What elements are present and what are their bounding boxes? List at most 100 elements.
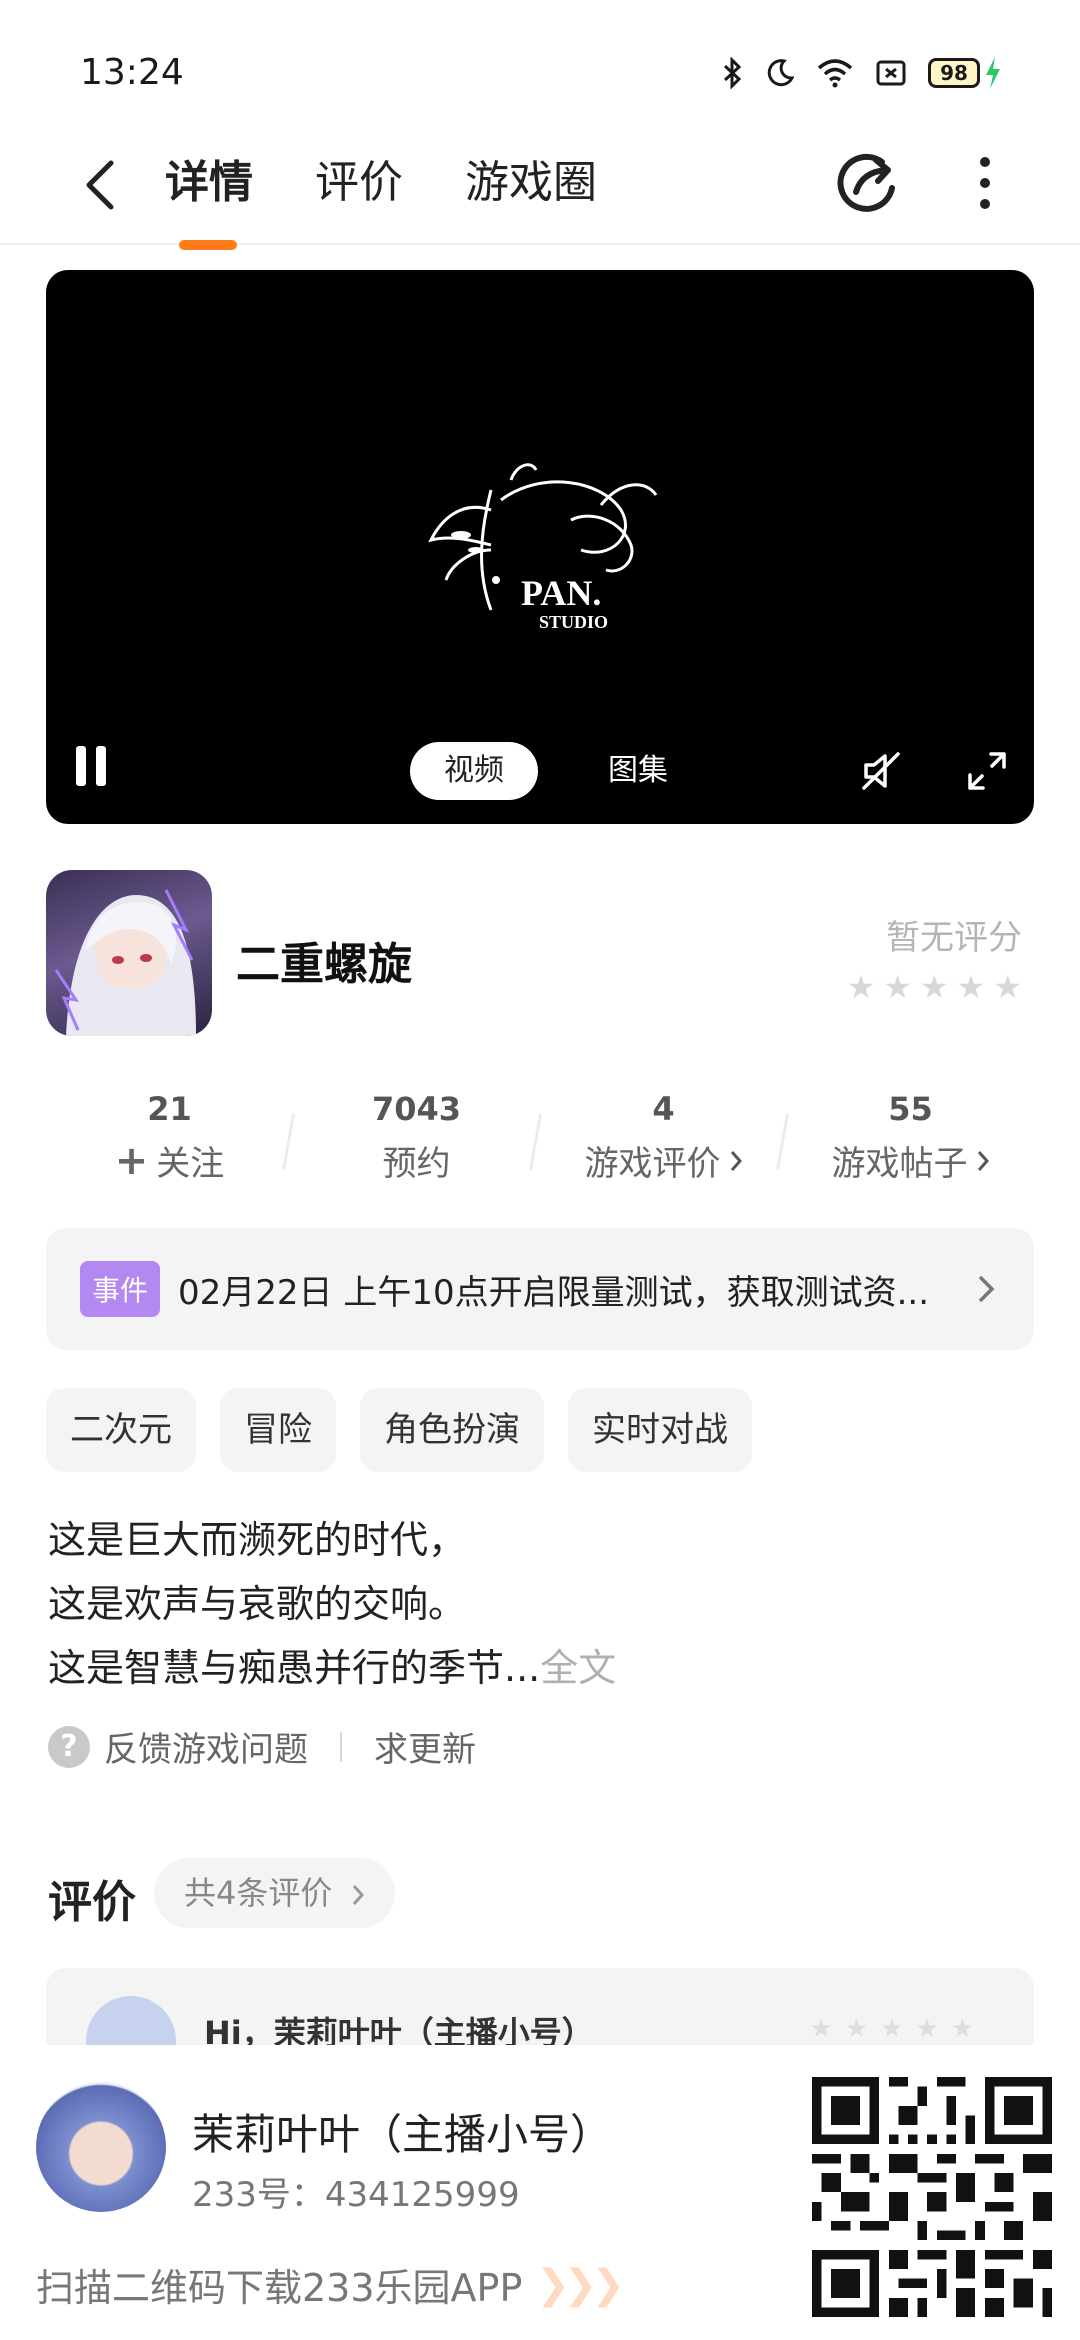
game-description: 这是巨大而濒死的时代， 这是欢声与哀歌的交响。 这是智慧与痴愚并行的季节...全…	[48, 1508, 1028, 1700]
description-line-last: 这是智慧与痴愚并行的季节...全文	[48, 1636, 1028, 1700]
more-dot	[980, 199, 990, 209]
star-icon: ★	[950, 2014, 974, 2044]
more-button[interactable]	[965, 148, 1005, 218]
tag-chip[interactable]: 实时对战	[568, 1388, 752, 1472]
game-reviews-count: 4	[652, 1090, 675, 1128]
reviews-section-title: 评价	[48, 1877, 136, 1928]
sharer-name: 茉莉叶叶（主播小号）	[192, 2110, 613, 2159]
review-card[interactable]: Hi，茉莉叶叶（主播小号） ★ ★ ★ ★ ★	[46, 1968, 1034, 2048]
divider	[340, 1731, 342, 1762]
game-reviews-stat[interactable]: 4 游戏评价	[540, 1090, 787, 1190]
event-banner[interactable]: 事件 02月22日 上午10点开启限量测试，获取测试资...	[46, 1228, 1034, 1350]
game-posts-stat[interactable]: 55 游戏帖子	[787, 1090, 1034, 1190]
reviews-count-label: 共4条评价	[184, 1874, 333, 1912]
star-icon: ★	[846, 968, 876, 1006]
feedback-row: ? 反馈游戏问题 求更新	[48, 1722, 476, 1771]
status-time: 13:24	[80, 52, 184, 93]
description-line: 这是欢声与哀歌的交响。	[48, 1582, 467, 1626]
reservation-stat: 7043 预约	[293, 1090, 540, 1190]
charging-icon	[986, 57, 1000, 89]
plus-icon: +	[114, 1137, 149, 1184]
status-icons: 98	[722, 56, 1002, 90]
pause-button[interactable]	[76, 746, 112, 792]
description-line: 这是智慧与痴愚并行的季节...	[48, 1646, 541, 1690]
tag-chip[interactable]: 二次元	[46, 1388, 196, 1472]
video-player[interactable]: PAN. STUDIO 视频 图集	[46, 270, 1034, 824]
review-username: Hi，茉莉叶叶（主播小号）	[204, 2014, 594, 2048]
avatar	[86, 1996, 176, 2048]
chevron-right-icon	[977, 1150, 989, 1171]
media-tabs: 视频 图集	[410, 742, 702, 800]
back-button[interactable]	[70, 150, 130, 220]
question-icon: ?	[48, 1725, 90, 1768]
tab-details[interactable]: 详情	[165, 148, 253, 250]
more-dot	[980, 157, 990, 167]
read-more-link[interactable]: 全文	[540, 1646, 616, 1690]
event-badge: 事件	[80, 1261, 161, 1317]
speaker-muted-icon	[862, 752, 900, 790]
pause-bar	[76, 746, 86, 786]
share-footer: 茉莉叶叶（主播小号） 233号：434125999 扫描二维码下载233乐园AP…	[0, 2045, 1080, 2340]
fullscreen-button[interactable]	[964, 748, 1010, 794]
follow-stat[interactable]: 21 + 关注	[46, 1090, 293, 1190]
request-update-link[interactable]: 求更新	[374, 1722, 476, 1771]
game-rating: 暂无评分 ★ ★ ★ ★ ★	[847, 910, 1022, 1003]
share-button[interactable]	[832, 148, 902, 218]
arrows-icon: ❯❯❯	[536, 2261, 625, 2308]
reviews-count-button[interactable]: 共4条评价	[154, 1858, 395, 1928]
stats-row: 21 + 关注 7043 预约 4 游戏评价 55 游戏帖子	[46, 1090, 1034, 1190]
sharer-id: 233号：434125999	[192, 2175, 520, 2215]
svg-text:PAN.: PAN.	[521, 573, 601, 613]
status-bar: 13:24 98	[0, 0, 1080, 130]
report-issue-link[interactable]: 反馈游戏问题	[104, 1722, 308, 1771]
tab-gallery[interactable]: 图集	[574, 742, 702, 800]
battery-icon: 98	[928, 56, 1002, 90]
download-text: 扫描二维码下载233乐园APP	[36, 2266, 523, 2310]
nav-bar: 详情 评价 游戏圈	[0, 130, 1080, 250]
reservation-label: 预约	[382, 1144, 451, 1184]
star-icon: ★	[844, 2014, 869, 2044]
nav-tabs: 详情 评价 游戏圈	[165, 148, 597, 250]
sim-icon	[876, 60, 906, 86]
event-text: 02月22日 上午10点开启限量测试，获取测试资...	[178, 1272, 930, 1313]
reservation-label-row: 预约	[293, 1136, 540, 1185]
bluetooth-icon	[722, 57, 744, 89]
expand-icon	[968, 752, 1006, 790]
star-icon: ★	[883, 968, 912, 1006]
tag-list: 二次元 冒险 角色扮演 实时对战	[46, 1388, 752, 1472]
game-reviews-label: 游戏评价	[584, 1144, 721, 1184]
game-title: 二重螺旋	[236, 939, 412, 990]
qr-code	[812, 2077, 1052, 2317]
moon-icon	[766, 58, 794, 88]
star-icon: ★	[915, 2014, 939, 2044]
rating-text: 暂无评分	[886, 918, 1022, 958]
chevron-left-icon	[86, 160, 114, 210]
mute-button[interactable]	[858, 748, 904, 794]
game-reviews-label-row: 游戏评价	[540, 1136, 787, 1185]
game-posts-count: 55	[888, 1090, 933, 1128]
tab-video[interactable]: 视频	[410, 742, 538, 800]
tag-chip[interactable]: 冒险	[220, 1388, 336, 1472]
star-icon: ★	[809, 2014, 833, 2044]
description-line: 这是巨大而濒死的时代，	[48, 1518, 467, 1562]
follow-label-row: + 关注	[46, 1136, 293, 1185]
download-prompt: 扫描二维码下载233乐园APP ❯❯❯	[36, 2257, 625, 2312]
reservation-count: 7043	[371, 1090, 462, 1128]
more-dot	[980, 178, 990, 188]
share-icon	[837, 153, 895, 212]
tab-reviews[interactable]: 评价	[315, 148, 403, 218]
avatar	[36, 2082, 166, 2212]
tag-chip[interactable]: 角色扮演	[360, 1388, 544, 1472]
tab-game-circle[interactable]: 游戏圈	[465, 148, 597, 218]
rating-stars: ★ ★ ★ ★ ★	[847, 971, 1022, 1003]
star-icon: ★	[993, 968, 1022, 1006]
chevron-right-icon	[978, 1275, 995, 1303]
studio-logo: PAN. STUDIO	[428, 463, 658, 632]
tab-details-label: 详情	[165, 157, 253, 208]
follow-count: 21	[147, 1090, 192, 1128]
active-tab-indicator	[179, 240, 237, 250]
svg-text:STUDIO: STUDIO	[539, 612, 608, 632]
star-icon: ★	[880, 2014, 904, 2044]
game-icon	[46, 870, 212, 1036]
game-character-artwork	[54, 889, 196, 1036]
